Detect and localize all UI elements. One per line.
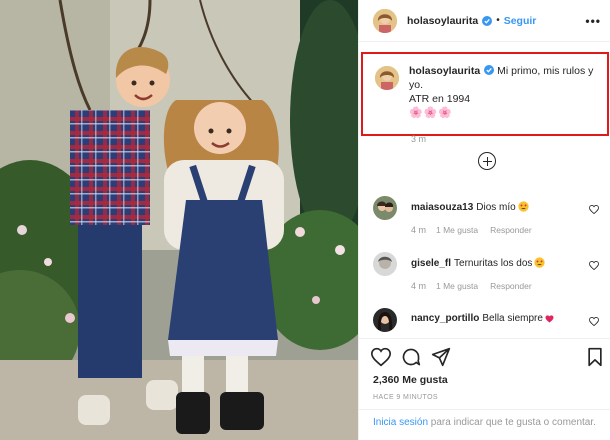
header-separator: •	[496, 15, 500, 26]
caption-username[interactable]: holasoylaurita	[409, 65, 480, 77]
heart-eyes-emoji-icon	[518, 201, 529, 212]
caption-avatar[interactable]	[375, 66, 399, 90]
comment-avatar[interactable]	[373, 252, 397, 276]
header-username[interactable]: holasoylaurita	[407, 15, 478, 27]
comment-username[interactable]: gisele_fl	[411, 258, 451, 269]
comment-bubble-icon[interactable]	[401, 347, 421, 367]
action-bar	[359, 338, 610, 372]
red-heart-emoji-icon	[545, 315, 554, 323]
reply-button[interactable]: Responder	[490, 281, 532, 291]
comment-avatar[interactable]	[373, 196, 397, 220]
heart-outline-icon[interactable]	[371, 347, 391, 367]
photo-illustration	[0, 0, 358, 440]
reply-button[interactable]: Responder	[490, 225, 532, 235]
flower-emojis: 🌸🌸🌸	[409, 107, 454, 119]
comment-text: nancy_portillo Bella siempre	[411, 313, 554, 324]
plus-circle-icon[interactable]	[478, 152, 496, 170]
comment-username[interactable]: nancy_portillo	[411, 313, 479, 324]
profile-avatar[interactable]	[373, 8, 397, 33]
comment-like-icon[interactable]	[589, 317, 599, 326]
bookmark-icon[interactable]	[585, 347, 605, 367]
comment-like-icon[interactable]	[589, 205, 599, 214]
login-prompt-text: para indicar que te gusta o comentar.	[428, 417, 596, 428]
caption-time: 3 m	[411, 134, 427, 144]
follow-button[interactable]: Seguir	[504, 15, 537, 27]
comment-likes[interactable]: 1 Me gusta	[436, 225, 478, 235]
post-timestamp: HACE 9 MINUTOS	[373, 394, 438, 401]
login-link[interactable]: Inicia sesión	[373, 417, 428, 428]
more-options-icon[interactable]: •••	[585, 14, 601, 28]
comment-text: gisele_fl Ternuritas los dos	[411, 257, 546, 269]
comment-username[interactable]: maiasouza13	[411, 202, 473, 213]
likes-count[interactable]: 2,360 Me gusta	[373, 374, 448, 386]
post-side-panel: holasoylaurita • Seguir ••• holasoylauri…	[358, 0, 610, 440]
comment-text: maiasouza13 Dios mío	[411, 201, 529, 213]
caption-text: holasoylaurita Mi primo, mis rulos y yo.…	[409, 64, 593, 134]
post-photo[interactable]	[0, 0, 358, 440]
post-header: holasoylaurita • Seguir •••	[359, 0, 610, 42]
comment-like-icon[interactable]	[589, 261, 599, 270]
caption-highlight: holasoylaurita Mi primo, mis rulos y yo.…	[361, 52, 609, 136]
caption-line-2: yo.	[409, 79, 424, 91]
heart-eyes-emoji-icon	[534, 257, 546, 268]
comment-meta: 4 m 1 Me gusta Responder	[411, 281, 544, 291]
comment-time: 4 m	[411, 225, 427, 235]
caption-line-3: ATR en 1994	[409, 93, 471, 105]
comment-avatar[interactable]	[373, 308, 397, 332]
comment-time: 4 m	[411, 281, 427, 291]
verified-badge-icon	[482, 15, 493, 26]
comment-body: Ternuritas los dos	[454, 258, 533, 269]
login-prompt: Inicia sesión para indicar que te gusta …	[359, 409, 610, 440]
verified-badge-icon	[484, 65, 495, 75]
caption-line-1: Mi primo, mis rulos y	[497, 65, 594, 77]
paper-plane-icon[interactable]	[431, 347, 451, 367]
comment-body: Bella siempre	[482, 313, 543, 324]
comment-likes[interactable]: 1 Me gusta	[436, 281, 478, 291]
comment-body: Dios mío	[476, 202, 516, 213]
comment-meta: 4 m 1 Me gusta Responder	[411, 225, 544, 235]
